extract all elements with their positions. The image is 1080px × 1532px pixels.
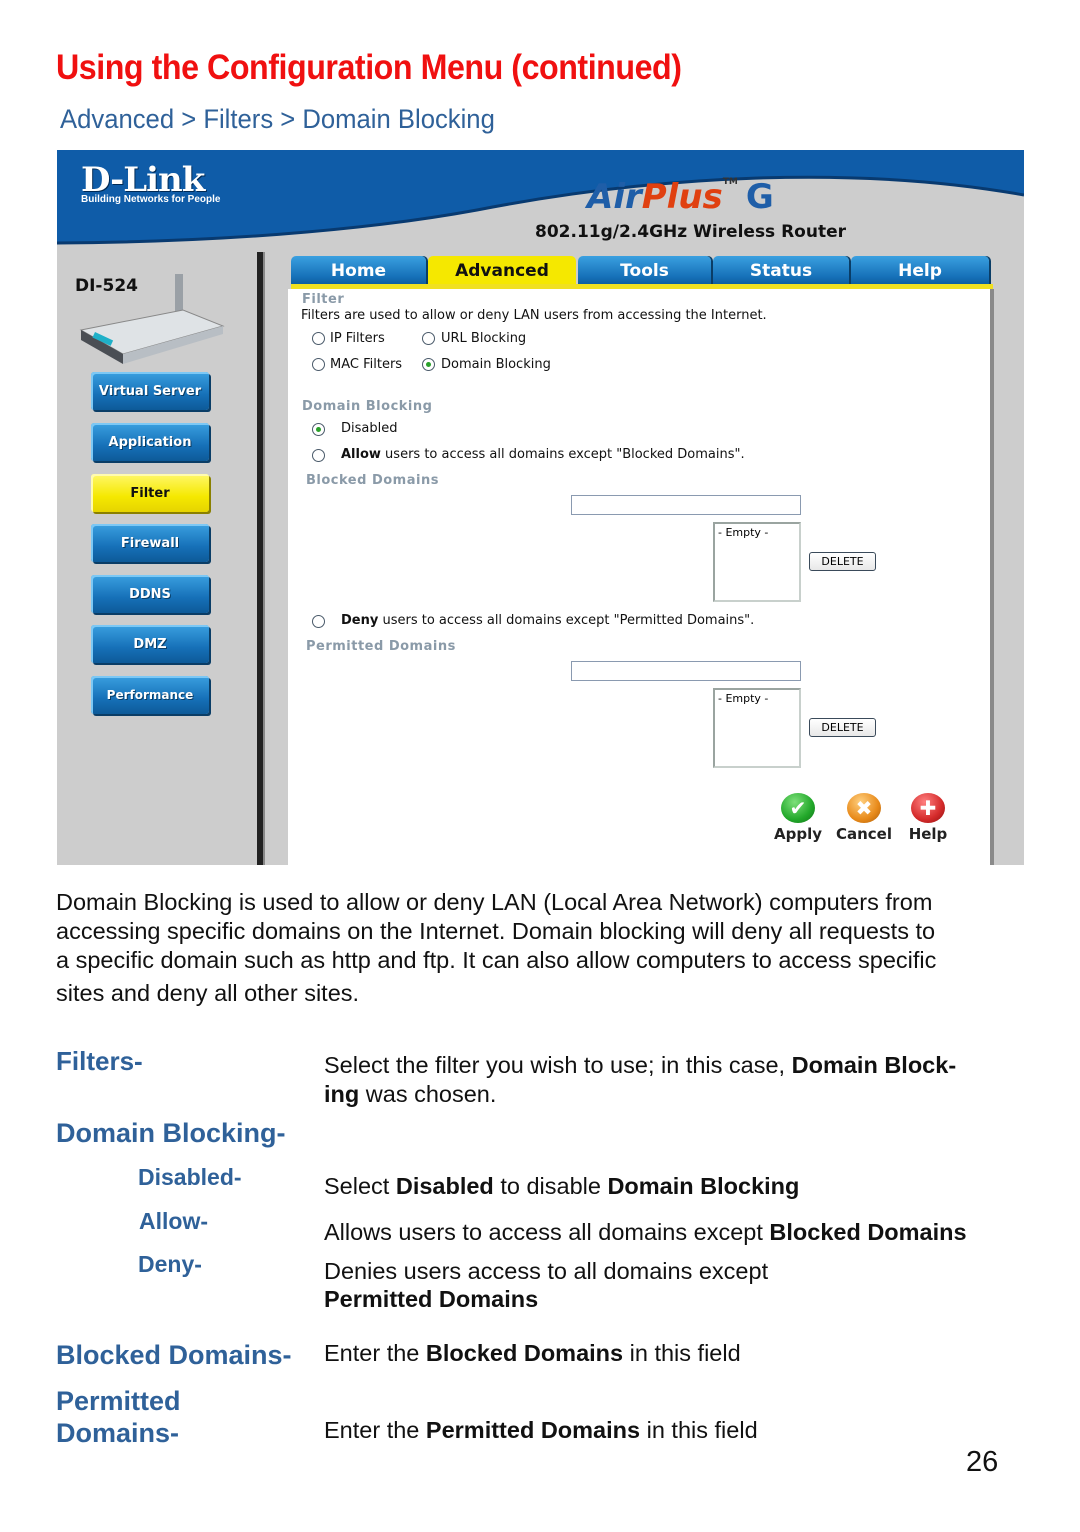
filter-description: Filters are used to allow or deny LAN us… (301, 308, 767, 323)
tab-home[interactable]: Home (291, 256, 426, 286)
blocked-domains-term: Blocked Domains- (56, 1340, 292, 1370)
deny-term: Deny- (138, 1251, 202, 1277)
allow-radio[interactable] (312, 449, 325, 462)
permitted-list-item[interactable]: - Empty - (718, 692, 796, 705)
permitted-term-line2: Domains- (56, 1418, 180, 1448)
deny-label: Deny users to access all domains except … (341, 613, 755, 628)
domain-blocking-radio[interactable] (422, 358, 435, 371)
page-title: Using the Configuration Menu (continued) (56, 48, 682, 87)
deny-radio[interactable] (312, 615, 325, 628)
panel-shadow (990, 289, 994, 865)
airplus-g-logo: AirPlusTM G (587, 177, 774, 217)
domain-blocking-term: Domain Blocking- (56, 1118, 286, 1148)
domain-blocking-section-title: Domain Blocking (302, 399, 433, 414)
check-icon: ✔ (781, 793, 815, 823)
plus-icon: ✚ (911, 793, 945, 823)
url-blocking-label: URL Blocking (441, 331, 527, 346)
allow-term: Allow- (139, 1208, 208, 1234)
domain-blocking-label: Domain Blocking (441, 357, 551, 372)
vertical-divider (257, 252, 265, 865)
blocked-domains-list[interactable]: - Empty - (713, 522, 801, 602)
tab-status[interactable]: Status (713, 256, 849, 286)
tab-tools[interactable]: Tools (578, 256, 711, 286)
mac-filters-label: MAC Filters (330, 357, 403, 372)
deny-desc-line1: Denies users access to all domains excep… (324, 1258, 769, 1284)
sidebar-performance-button[interactable]: Performance (91, 676, 209, 714)
blocked-domains-desc: Enter the Blocked Domains in this field (324, 1340, 741, 1366)
breadcrumb: Advanced > Filters > Domain Blocking (60, 104, 495, 134)
permitted-domains-desc: Enter the Permitted Domains in this fiel… (324, 1417, 758, 1443)
disabled-desc: Select Disabled to disable Domain Blocki… (324, 1173, 800, 1199)
blocked-list-item[interactable]: - Empty - (718, 526, 796, 539)
deny-desc-line2: Permitted Domains (324, 1286, 539, 1312)
router-screenshot: D-Link Building Networks for People AirP… (57, 150, 1024, 865)
filters-desc-line2: ing was chosen. (324, 1081, 497, 1107)
mac-filters-radio[interactable] (312, 358, 325, 371)
product-subtitle: 802.11g/2.4GHz Wireless Router (535, 222, 847, 242)
sidebar-firewall-button[interactable]: Firewall (91, 524, 209, 562)
permitted-domains-list[interactable]: - Empty - (713, 688, 801, 768)
sidebar-application-button[interactable]: Application (91, 423, 209, 461)
ip-filters-radio[interactable] (312, 332, 325, 345)
tab-advanced[interactable]: Advanced (428, 256, 576, 286)
dlink-tagline: Building Networks for People (81, 194, 221, 205)
filters-desc-line1: Select the filter you wish to use; in th… (324, 1052, 957, 1078)
sidebar-virtual-server-button[interactable]: Virtual Server (91, 372, 209, 410)
disabled-label: Disabled (341, 421, 398, 436)
filters-term: Filters- (56, 1046, 143, 1076)
main-tabs: Home Advanced Tools Status Help (291, 256, 991, 286)
blocked-domains-title: Blocked Domains (306, 473, 439, 488)
help-button[interactable]: ✚ Help (898, 793, 958, 843)
ip-filters-label: IP Filters (330, 331, 385, 346)
tab-help[interactable]: Help (851, 256, 989, 286)
filter-section-title: Filter (302, 292, 345, 307)
disabled-term: Disabled- (138, 1164, 242, 1190)
sidebar-dmz-button[interactable]: DMZ (91, 625, 209, 663)
permitted-domains-title: Permitted Domains (306, 639, 456, 654)
allow-desc: Allows users to access all domains excep… (324, 1219, 967, 1245)
x-icon: ✖ (847, 793, 881, 823)
disabled-radio[interactable] (312, 423, 325, 436)
filter-panel: Filter Filters are used to allow or deny… (288, 289, 990, 865)
blocked-domain-input[interactable] (571, 495, 801, 515)
permitted-domain-input[interactable] (571, 661, 801, 681)
apply-button[interactable]: ✔ Apply (768, 793, 828, 843)
blocked-delete-button[interactable]: DELETE (809, 552, 876, 571)
sidebar-ddns-button[interactable]: DDNS (91, 575, 209, 613)
permitted-delete-button[interactable]: DELETE (809, 718, 876, 737)
url-blocking-radio[interactable] (422, 332, 435, 345)
allow-label: Allow users to access all domains except… (341, 447, 745, 462)
sidebar-filter-button[interactable]: Filter (91, 474, 209, 512)
model-label: DI-524 (75, 276, 138, 296)
permitted-term-line1: Permitted (56, 1386, 181, 1416)
intro-paragraph: Domain Blocking is used to allow or deny… (56, 889, 937, 1006)
page-number: 26 (966, 1446, 999, 1478)
cancel-button[interactable]: ✖ Cancel (834, 793, 894, 843)
